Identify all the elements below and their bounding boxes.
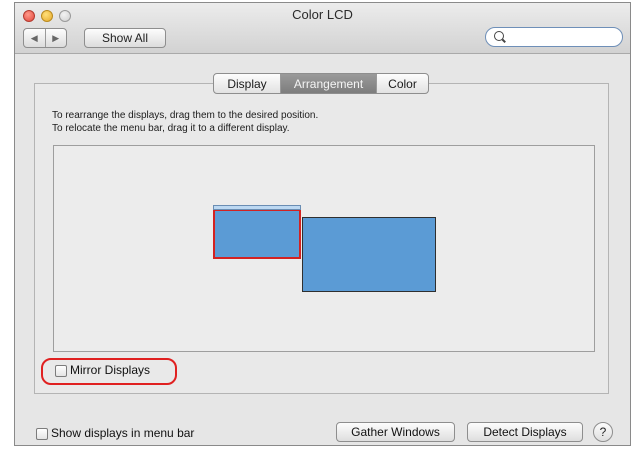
back-button[interactable]: ◀ <box>24 29 45 47</box>
instruction-line-2: To relocate the menu bar, drag it to a d… <box>52 123 290 134</box>
preferences-window: Color LCD ◀ ▶ Show All Display Arrangeme… <box>14 2 631 446</box>
tab-bar: Display Arrangement Color <box>213 73 429 94</box>
tab-display[interactable]: Display <box>214 74 280 93</box>
back-forward-group: ◀ ▶ <box>23 28 67 48</box>
tab-arrangement[interactable]: Arrangement <box>280 74 376 93</box>
show-in-menu-bar-label: Show displays in menu bar <box>51 426 195 440</box>
title-bar: Color LCD ◀ ▶ Show All <box>15 3 630 54</box>
forward-button[interactable]: ▶ <box>44 29 67 47</box>
right-arrow-icon: ▶ <box>52 32 60 43</box>
tab-color[interactable]: Color <box>376 74 428 93</box>
secondary-display[interactable] <box>302 217 436 292</box>
magnifier-icon <box>494 31 504 41</box>
search-input[interactable] <box>508 30 620 46</box>
gather-windows-button[interactable]: Gather Windows <box>336 422 455 442</box>
menu-bar-handle[interactable] <box>213 205 301 210</box>
display-arrangement-area <box>53 145 595 352</box>
instruction-line-1: To rearrange the displays, drag them to … <box>52 110 319 121</box>
highlight-annotation <box>41 358 177 385</box>
instructions-text: To rearrange the displays, drag them to … <box>52 109 318 135</box>
show-in-menu-bar-checkbox[interactable] <box>36 428 48 440</box>
help-button[interactable]: ? <box>593 422 613 442</box>
window-title: Color LCD <box>292 7 353 22</box>
detect-displays-button[interactable]: Detect Displays <box>467 422 583 442</box>
show-all-button[interactable]: Show All <box>84 28 166 48</box>
left-arrow-icon: ◀ <box>30 32 38 43</box>
search-field[interactable] <box>485 27 623 47</box>
main-display[interactable] <box>213 209 301 259</box>
